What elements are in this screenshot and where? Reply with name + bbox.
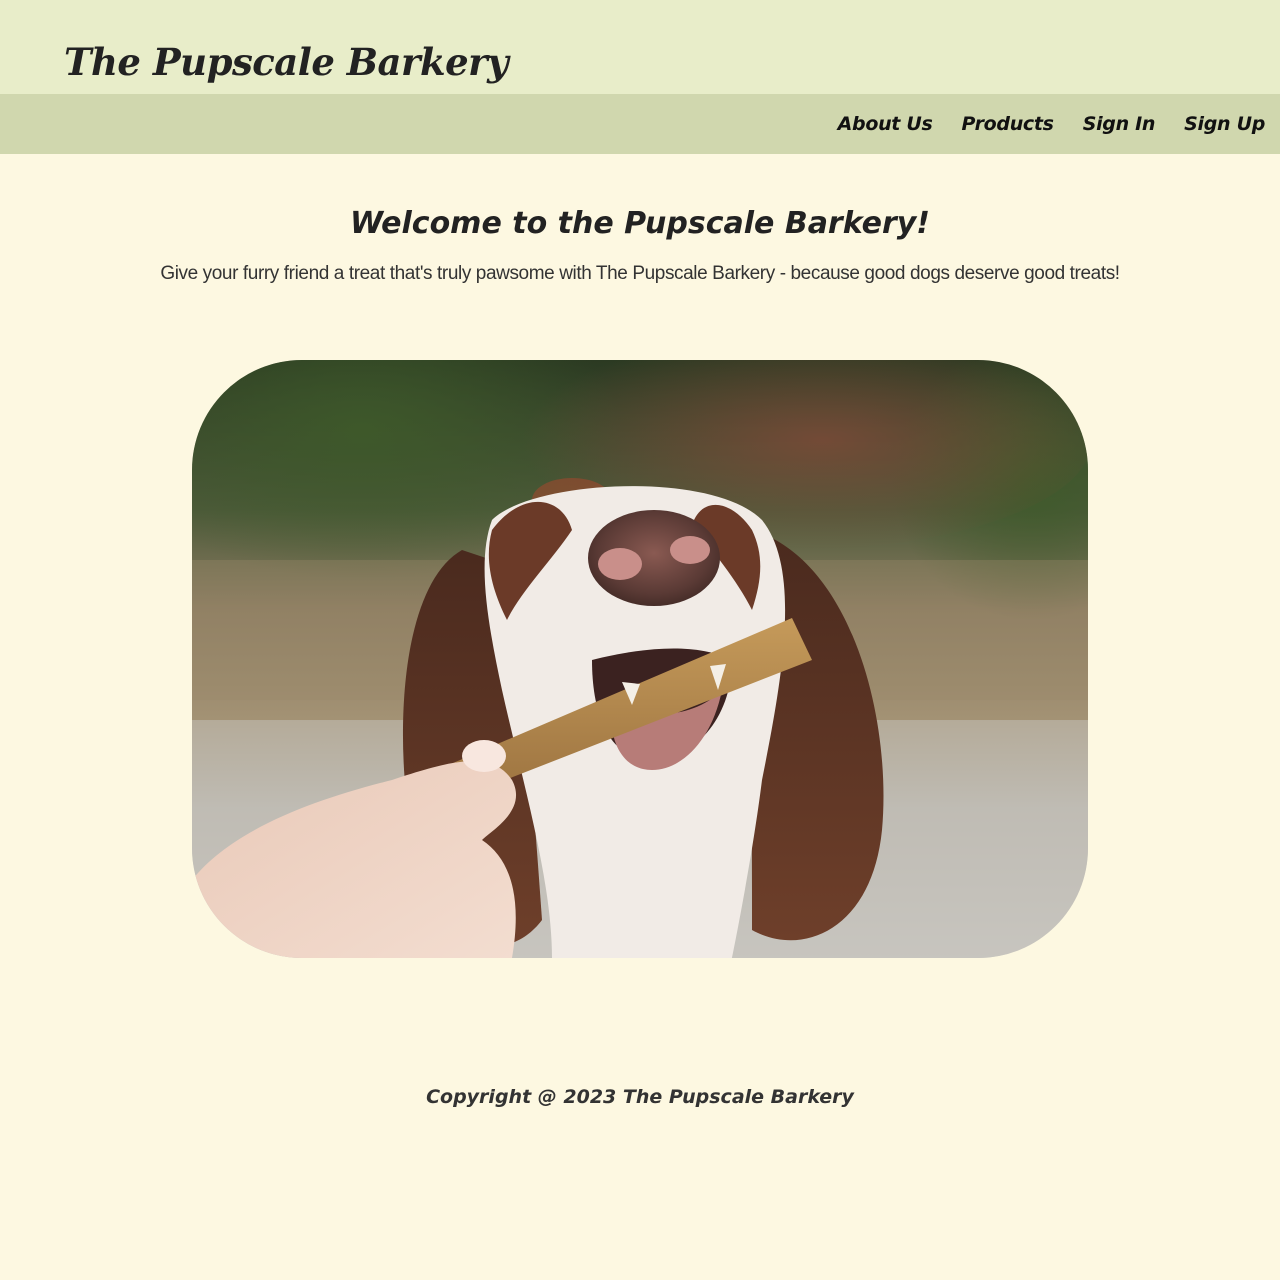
site-header: The Pupscale Barkery [0,0,1280,94]
nav-about-us[interactable]: About Us [838,113,933,135]
copyright-text: Copyright @ 2023 The Pupscale Barkery [426,1086,854,1108]
welcome-heading: Welcome to the Pupscale Barkery! [349,206,930,241]
nav-sign-in[interactable]: Sign In [1083,113,1156,135]
nav-sign-up[interactable]: Sign Up [1184,113,1265,135]
tagline: Give your furry friend a treat that's tr… [160,263,1120,284]
site-footer: Copyright @ 2023 The Pupscale Barkery [0,1086,1280,1108]
site-title[interactable]: The Pupscale Barkery [64,40,509,84]
dog-eating-treat-photo [192,360,1088,958]
nav-products[interactable]: Products [962,113,1054,135]
main-nav: About Us Products Sign In Sign Up [0,94,1280,154]
hero-image [192,360,1088,958]
main-content: Welcome to the Pupscale Barkery! Give yo… [0,206,1280,958]
